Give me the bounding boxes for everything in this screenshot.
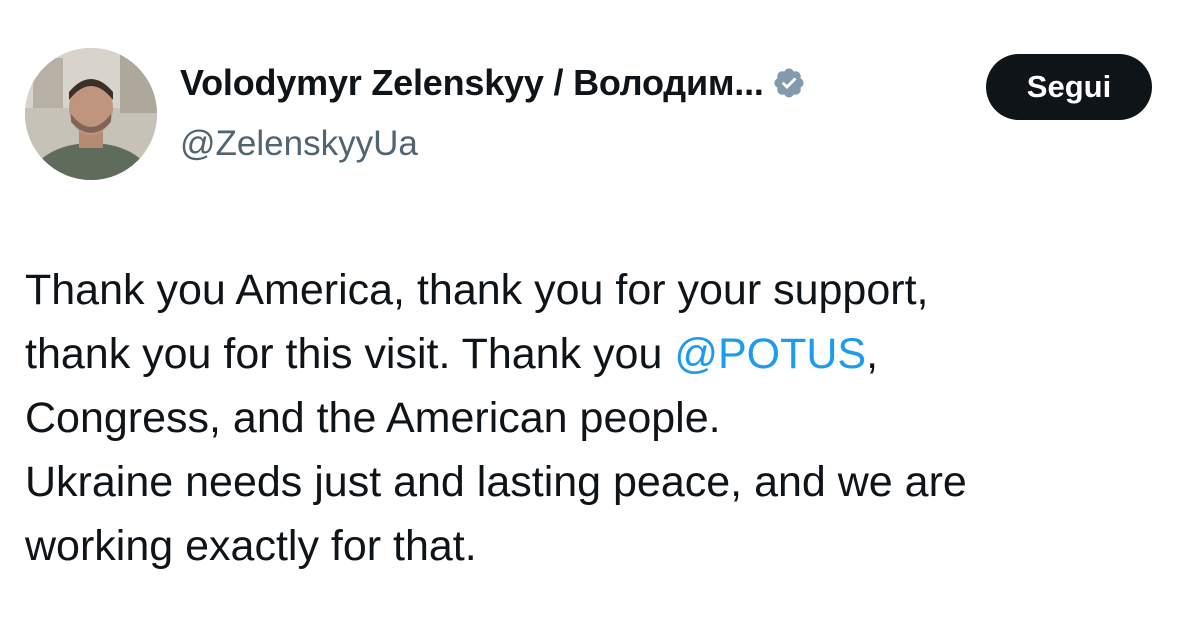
tweet-text-segment: thank you for this visit. Thank you xyxy=(25,330,675,378)
tweet-text-line: thank you for this visit. Thank you @POT… xyxy=(25,322,1175,386)
avatar[interactable] xyxy=(25,48,157,180)
avatar-photo xyxy=(25,48,157,180)
tweet-text-line: Thank you America, thank you for your su… xyxy=(25,266,929,314)
verified-badge-icon xyxy=(772,66,806,100)
tweet-text-line: Congress, and the American people. xyxy=(25,394,721,442)
tweet-text: Thank you America, thank you for your su… xyxy=(25,258,1175,578)
tweet-text-line: Ukraine needs just and lasting peace, an… xyxy=(25,458,967,506)
tweet-card: Volodymyr Zelenskyy / Володим... @Zelens… xyxy=(0,0,1200,635)
tweet-text-segment: , xyxy=(866,330,879,378)
author-display-name[interactable]: Volodymyr Zelenskyy / Володим... xyxy=(180,62,764,104)
tweet-text-line: working exactly for that. xyxy=(25,522,477,570)
follow-button[interactable]: Segui xyxy=(986,54,1152,120)
author-handle[interactable]: @ZelenskyyUa xyxy=(180,124,418,164)
mention-link-potus[interactable]: @POTUS xyxy=(674,330,866,378)
author-name-row: Volodymyr Zelenskyy / Володим... xyxy=(180,62,806,104)
